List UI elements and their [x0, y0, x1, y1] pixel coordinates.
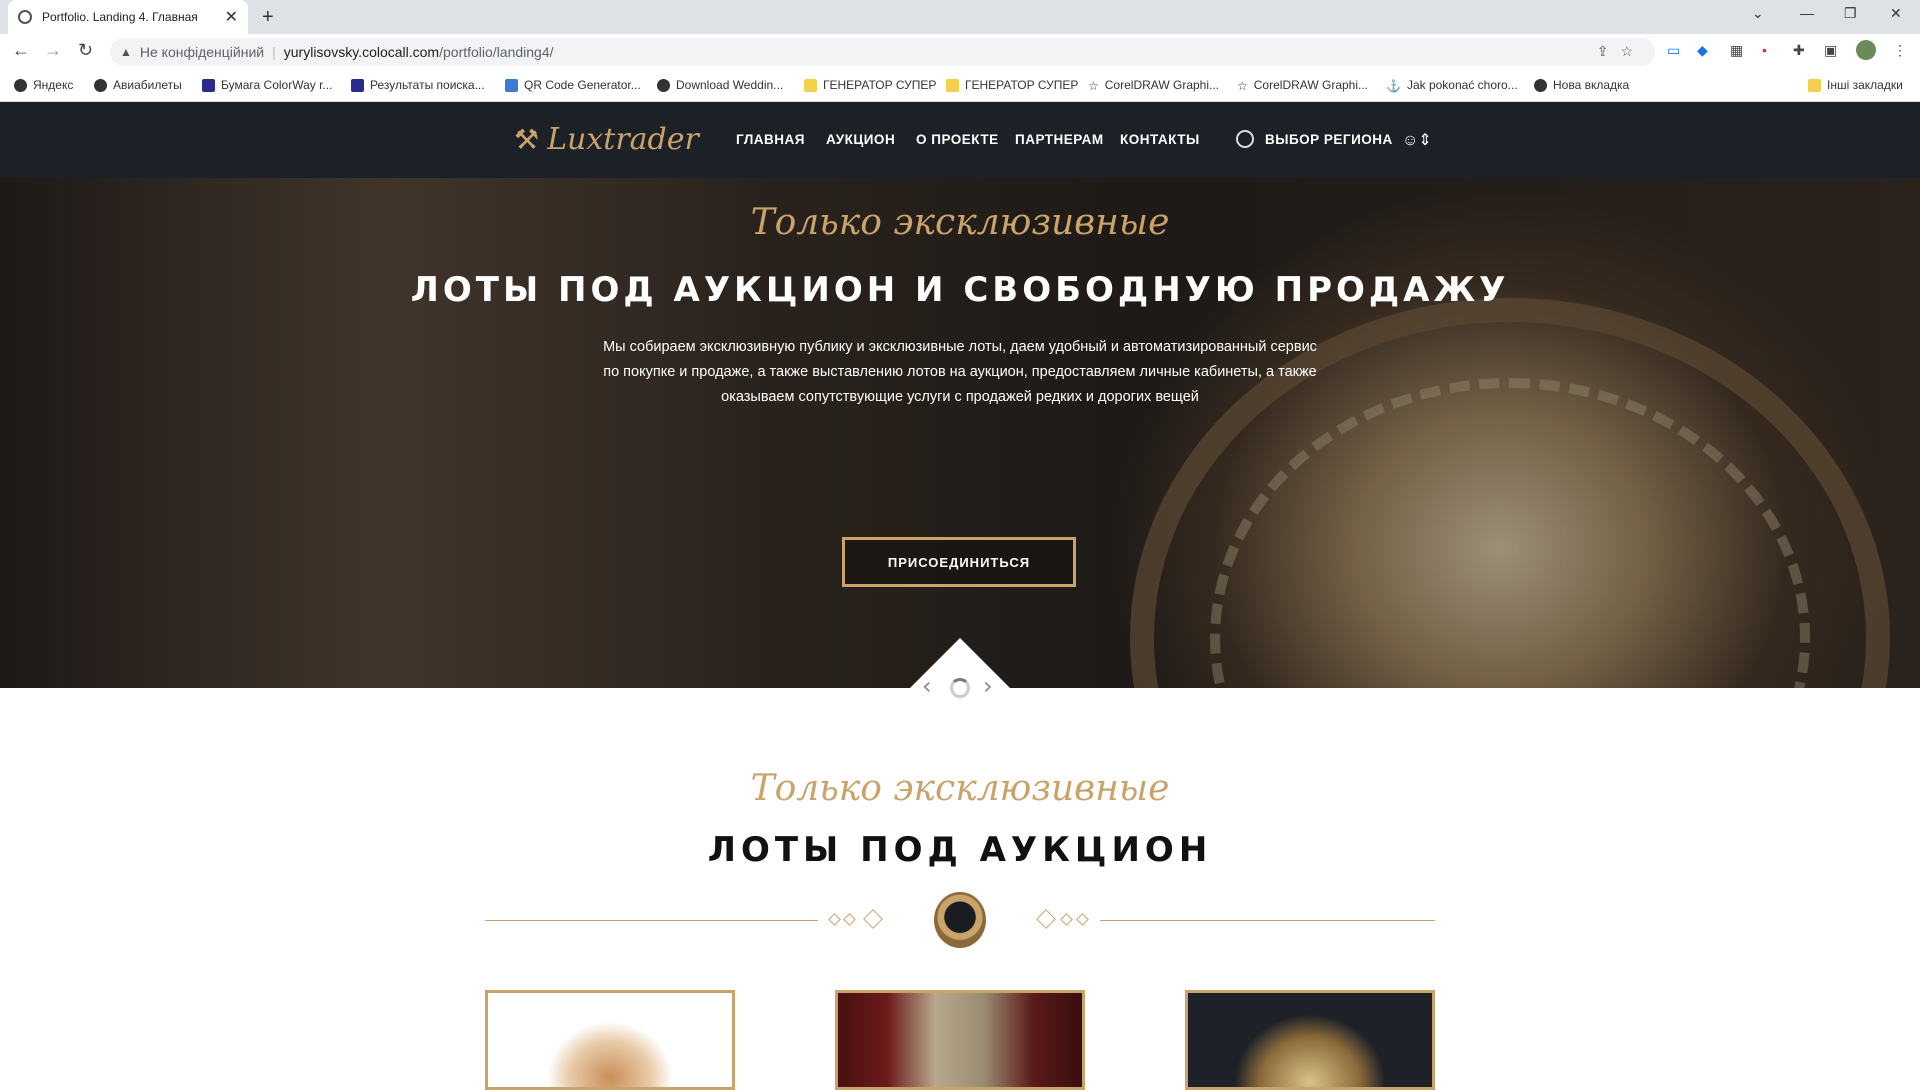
c-icon	[351, 78, 364, 92]
globe-icon	[1236, 130, 1254, 148]
divider-diamond	[1076, 913, 1089, 926]
reload-icon[interactable]: ↻	[78, 40, 93, 61]
nav-home[interactable]: ГЛАВНАЯ	[736, 132, 805, 147]
divider-line-left	[485, 920, 818, 921]
divider-diamond	[1036, 909, 1056, 929]
slider-prev-icon[interactable]: ‹	[922, 672, 932, 700]
url-path: /portfolio/landing4/	[439, 44, 554, 60]
globe-icon	[94, 78, 107, 92]
globe-icon	[1534, 78, 1547, 92]
section-title: ЛОТЫ ПОД АУКЦИОН	[707, 830, 1213, 870]
hero-description: Мы собираем эксклюзивную публику и экскл…	[603, 339, 1317, 405]
star-icon: ☆	[1088, 78, 1099, 93]
folder-icon	[1808, 78, 1821, 92]
slider-loader-icon	[950, 678, 970, 698]
nav-about[interactable]: О ПРОЕКТЕ	[916, 132, 999, 147]
cast-icon[interactable]: ▭	[1667, 42, 1680, 59]
new-tab-icon[interactable]: +	[262, 6, 274, 29]
close-window-icon[interactable]: ✕	[1890, 5, 1902, 22]
extension-shield-icon[interactable]: ◆	[1697, 42, 1708, 59]
tab-search-icon[interactable]: ⌄	[1752, 5, 1764, 22]
other-bookmarks[interactable]: Інші закладки	[1808, 78, 1903, 92]
nav-contacts[interactable]: КОНТАКТЫ	[1120, 132, 1200, 147]
browser-tab[interactable]: Portfolio. Landing 4. Главная ✕	[8, 0, 248, 34]
folder-icon	[946, 78, 959, 92]
logo-text: Luxtrader	[547, 122, 699, 157]
gavel-icon: ⚒	[514, 123, 540, 156]
share-icon[interactable]: ⇪☆	[1597, 43, 1645, 60]
lot-watch-image	[488, 993, 732, 1087]
folder-icon	[804, 78, 817, 92]
profile-avatar[interactable]	[1856, 40, 1876, 60]
c-icon	[202, 78, 215, 92]
qr-icon	[505, 78, 518, 92]
watch-emblem-icon	[934, 892, 986, 948]
side-panel-icon[interactable]: ▣	[1824, 42, 1837, 59]
bookmark-item[interactable]: QR Code Generator...	[505, 78, 641, 92]
close-tab-icon[interactable]: ✕	[225, 7, 238, 27]
lot-chronograph-image	[1188, 993, 1432, 1087]
bookmark-item[interactable]: Нова вкладка	[1534, 78, 1629, 92]
bookmark-item[interactable]: Бумага ColorWay r...	[202, 78, 332, 92]
section-script-title: Только эксклюзивные	[750, 768, 1170, 809]
bookmarks-bar: Яндекс Авиабилеты Бумага ColorWay r... Р…	[0, 70, 1920, 102]
hero-banner: Только эксклюзивные ЛОТЫ ПОД АУКЦИОН И С…	[0, 178, 1920, 688]
toolbar: ← → ↻ ▲ Не конфіденційний | yurylisovsky…	[0, 34, 1920, 70]
extension-code-icon[interactable]: ▦	[1730, 42, 1743, 59]
join-button[interactable]: ПРИСОЕДИНИТЬСЯ	[842, 537, 1076, 587]
globe-icon	[18, 10, 32, 24]
warning-icon[interactable]: ▲	[120, 45, 132, 59]
browser-chrome: Portfolio. Landing 4. Главная ✕ + ⌄ — ❐ …	[0, 0, 1920, 102]
account-icon[interactable]: ☺⇕	[1402, 130, 1432, 150]
address-bar[interactable]: ▲ Не конфіденційний | yurylisovsky.coloc…	[110, 38, 1655, 66]
region-selector[interactable]: ВЫБОР РЕГИОНА	[1265, 132, 1393, 147]
lot-card[interactable]	[1185, 990, 1435, 1090]
url-host: yurylisovsky.colocall.com	[283, 44, 440, 60]
bookmark-item[interactable]: Download Weddin...	[657, 78, 783, 92]
lot-wine-image	[838, 993, 1082, 1087]
divider-diamond	[828, 913, 841, 926]
bookmark-item[interactable]: ⚓ Jak pokonać choro...	[1386, 78, 1518, 93]
bookmark-folder[interactable]: ГЕНЕРАТОР СУПЕР	[946, 78, 1078, 92]
extension-record-icon[interactable]: •	[1762, 42, 1767, 58]
nav-partners[interactable]: ПАРТНЕРАМ	[1015, 132, 1104, 147]
lot-card[interactable]	[835, 990, 1085, 1090]
tab-strip: Portfolio. Landing 4. Главная ✕ + ⌄ — ❐ …	[0, 0, 1920, 34]
menu-kebab-icon[interactable]: ⋮	[1893, 42, 1907, 59]
divider-line-right	[1100, 920, 1435, 921]
bookmark-item[interactable]: ☆ CorelDRAW Graphi...	[1088, 78, 1219, 93]
security-label[interactable]: Не конфіденційний	[140, 44, 264, 60]
divider-diamond	[863, 909, 883, 929]
lot-card[interactable]	[485, 990, 735, 1090]
divider-diamond	[1060, 913, 1073, 926]
bookmark-item[interactable]: ☆ CorelDRAW Graphi...	[1237, 78, 1368, 93]
divider-diamond	[843, 913, 856, 926]
address-separator: |	[272, 44, 276, 60]
hero-title: ЛОТЫ ПОД АУКЦИОН И СВОБОДНУЮ ПРОДАЖУ	[410, 270, 1510, 310]
forward-icon[interactable]: →	[44, 40, 62, 61]
nav-auction[interactable]: АУКЦИОН	[826, 132, 895, 147]
extensions-puzzle-icon[interactable]: ✚	[1793, 42, 1805, 59]
bookmark-item[interactable]: Результаты поиска...	[351, 78, 485, 92]
bookmark-item[interactable]: Авиабилеты	[94, 78, 182, 92]
anchor-icon: ⚓	[1386, 78, 1401, 93]
restore-icon[interactable]: ❐	[1844, 5, 1857, 22]
hero-overlay	[0, 178, 1920, 688]
bookmark-folder[interactable]: ГЕНЕРАТОР СУПЕР	[804, 78, 936, 92]
tab-title: Portfolio. Landing 4. Главная	[42, 10, 198, 24]
minimize-icon[interactable]: —	[1800, 5, 1814, 21]
back-icon[interactable]: ←	[12, 40, 30, 61]
star-icon: ☆	[1237, 78, 1248, 93]
site-header: ⚒ Luxtrader ГЛАВНАЯ АУКЦИОН О ПРОЕКТЕ ПА…	[0, 102, 1920, 178]
globe-icon	[14, 78, 27, 92]
site-logo[interactable]: ⚒ Luxtrader	[514, 122, 699, 157]
hero-script-title: Только эксклюзивные	[750, 202, 1170, 243]
bookmark-item[interactable]: Яндекс	[14, 78, 73, 92]
star-badge-icon	[657, 78, 670, 92]
slider-next-icon[interactable]: ›	[983, 672, 993, 700]
